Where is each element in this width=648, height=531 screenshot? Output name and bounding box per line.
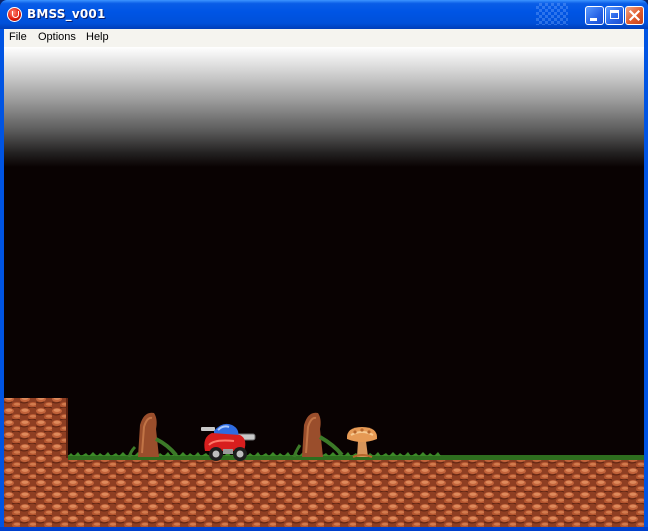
title-bar[interactable]: BMSS_v001 (0, 0, 648, 29)
application-window: BMSS_v001 File Options Help (0, 0, 648, 531)
window-bottom-border (0, 527, 648, 531)
window-title: BMSS_v001 (27, 7, 106, 21)
window-client-area: File Options Help (4, 29, 644, 527)
tree-stump (292, 412, 344, 458)
menu-file[interactable]: File (9, 31, 27, 43)
dirt-ledge (4, 398, 68, 460)
menu-options[interactable]: Options (38, 31, 76, 43)
close-button[interactable] (625, 6, 644, 25)
menu-bar: File Options Help (4, 29, 644, 48)
titlebar-pattern (536, 3, 568, 25)
mushroom-enemy (346, 427, 378, 458)
game-viewport[interactable] (4, 47, 644, 527)
tree-stump (127, 412, 178, 458)
game-scene (4, 398, 644, 527)
maximize-button[interactable] (605, 6, 624, 25)
dirt-ground (4, 452, 644, 527)
close-icon (628, 9, 641, 22)
menu-help[interactable]: Help (86, 31, 109, 43)
app-icon[interactable] (7, 7, 22, 22)
minimize-button[interactable] (585, 6, 604, 25)
